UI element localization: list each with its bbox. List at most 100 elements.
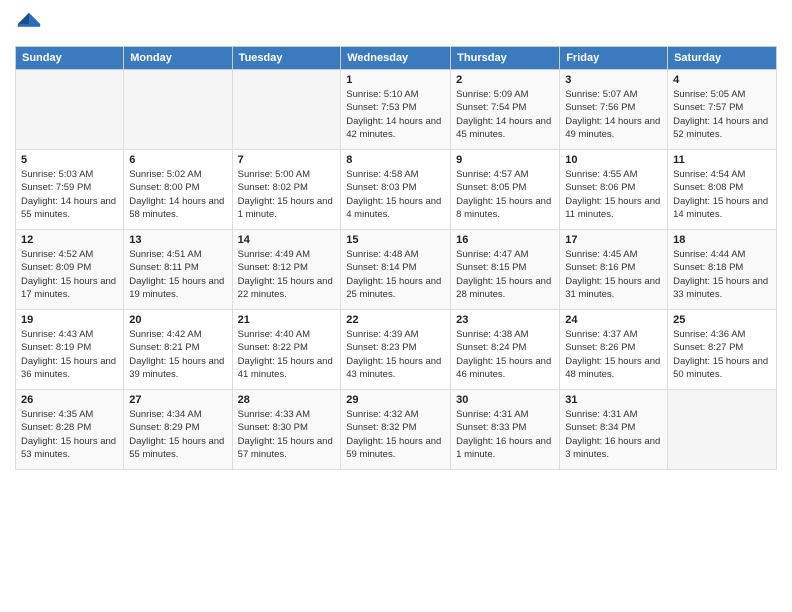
calendar-cell: 24 Sunrise: 4:37 AMSunset: 8:26 PMDayligh…	[560, 310, 668, 390]
day-number: 6	[129, 154, 226, 166]
calendar-header-row: SundayMondayTuesdayWednesdayThursdayFrid…	[16, 47, 777, 70]
calendar-cell: 23 Sunrise: 4:38 AMSunset: 8:24 PMDayligh…	[451, 310, 560, 390]
page: SundayMondayTuesdayWednesdayThursdayFrid…	[0, 0, 792, 612]
day-info: Sunrise: 5:00 AMSunset: 8:02 PMDaylight:…	[238, 168, 336, 221]
calendar-week-4: 19 Sunrise: 4:43 AMSunset: 8:19 PMDayligh…	[16, 310, 777, 390]
day-number: 13	[129, 234, 226, 246]
day-info: Sunrise: 4:31 AMSunset: 8:34 PMDaylight:…	[565, 408, 662, 461]
day-info: Sunrise: 4:31 AMSunset: 8:33 PMDaylight:…	[456, 408, 554, 461]
day-info: Sunrise: 4:39 AMSunset: 8:23 PMDaylight:…	[346, 328, 445, 381]
day-number: 14	[238, 234, 336, 246]
day-number: 29	[346, 394, 445, 406]
day-number: 17	[565, 234, 662, 246]
calendar-cell: 28 Sunrise: 4:33 AMSunset: 8:30 PMDayligh…	[232, 390, 341, 470]
day-info: Sunrise: 4:52 AMSunset: 8:09 PMDaylight:…	[21, 248, 118, 301]
day-info: Sunrise: 4:33 AMSunset: 8:30 PMDaylight:…	[238, 408, 336, 461]
day-number: 7	[238, 154, 336, 166]
day-info: Sunrise: 4:43 AMSunset: 8:19 PMDaylight:…	[21, 328, 118, 381]
calendar-table: SundayMondayTuesdayWednesdayThursdayFrid…	[15, 46, 777, 470]
weekday-header-thursday: Thursday	[451, 47, 560, 70]
day-number: 26	[21, 394, 118, 406]
weekday-header-saturday: Saturday	[668, 47, 777, 70]
day-number: 2	[456, 74, 554, 86]
calendar-cell: 10 Sunrise: 4:55 AMSunset: 8:06 PMDayligh…	[560, 150, 668, 230]
day-info: Sunrise: 4:35 AMSunset: 8:28 PMDaylight:…	[21, 408, 118, 461]
day-info: Sunrise: 4:51 AMSunset: 8:11 PMDaylight:…	[129, 248, 226, 301]
calendar-cell: 15 Sunrise: 4:48 AMSunset: 8:14 PMDayligh…	[341, 230, 451, 310]
calendar-cell: 26 Sunrise: 4:35 AMSunset: 8:28 PMDayligh…	[16, 390, 124, 470]
day-number: 16	[456, 234, 554, 246]
calendar-cell: 17 Sunrise: 4:45 AMSunset: 8:16 PMDayligh…	[560, 230, 668, 310]
day-info: Sunrise: 5:10 AMSunset: 7:53 PMDaylight:…	[346, 88, 445, 141]
day-info: Sunrise: 4:44 AMSunset: 8:18 PMDaylight:…	[673, 248, 771, 301]
calendar-cell: 7 Sunrise: 5:00 AMSunset: 8:02 PMDaylight…	[232, 150, 341, 230]
weekday-header-friday: Friday	[560, 47, 668, 70]
day-info: Sunrise: 4:37 AMSunset: 8:26 PMDaylight:…	[565, 328, 662, 381]
day-number: 31	[565, 394, 662, 406]
calendar-cell: 31 Sunrise: 4:31 AMSunset: 8:34 PMDayligh…	[560, 390, 668, 470]
day-info: Sunrise: 4:48 AMSunset: 8:14 PMDaylight:…	[346, 248, 445, 301]
calendar-cell: 27Sunrise: 4:34 AMSunset: 8:29 PMDayligh…	[124, 390, 232, 470]
day-number: 3	[565, 74, 662, 86]
logo	[15, 10, 47, 38]
day-info: Sunrise: 4:40 AMSunset: 8:22 PMDaylight:…	[238, 328, 336, 381]
day-number: 4	[673, 74, 771, 86]
day-number: 25	[673, 314, 771, 326]
day-info: Sunrise: 4:58 AMSunset: 8:03 PMDaylight:…	[346, 168, 445, 221]
calendar-cell: 20Sunrise: 4:42 AMSunset: 8:21 PMDayligh…	[124, 310, 232, 390]
day-number: 22	[346, 314, 445, 326]
calendar-cell: 1 Sunrise: 5:10 AMSunset: 7:53 PMDaylight…	[341, 70, 451, 150]
header	[15, 10, 777, 38]
day-info: Sunrise: 4:49 AMSunset: 8:12 PMDaylight:…	[238, 248, 336, 301]
day-number: 19	[21, 314, 118, 326]
calendar-cell: 8 Sunrise: 4:58 AMSunset: 8:03 PMDaylight…	[341, 150, 451, 230]
calendar-cell: 22 Sunrise: 4:39 AMSunset: 8:23 PMDayligh…	[341, 310, 451, 390]
weekday-header-monday: Monday	[124, 47, 232, 70]
day-number: 8	[346, 154, 445, 166]
day-number: 24	[565, 314, 662, 326]
day-number: 21	[238, 314, 336, 326]
calendar-week-5: 26 Sunrise: 4:35 AMSunset: 8:28 PMDayligh…	[16, 390, 777, 470]
calendar-cell: 14 Sunrise: 4:49 AMSunset: 8:12 PMDayligh…	[232, 230, 341, 310]
day-info: Sunrise: 4:45 AMSunset: 8:16 PMDaylight:…	[565, 248, 662, 301]
calendar-cell: 25 Sunrise: 4:36 AMSunset: 8:27 PMDayligh…	[668, 310, 777, 390]
calendar-cell: 6 Sunrise: 5:02 AMSunset: 8:00 PMDaylight…	[124, 150, 232, 230]
calendar-cell: 12 Sunrise: 4:52 AMSunset: 8:09 PMDayligh…	[16, 230, 124, 310]
day-number: 5	[21, 154, 118, 166]
calendar-week-3: 12 Sunrise: 4:52 AMSunset: 8:09 PMDayligh…	[16, 230, 777, 310]
day-info: Sunrise: 5:09 AMSunset: 7:54 PMDaylight:…	[456, 88, 554, 141]
day-info: Sunrise: 4:42 AMSunset: 8:21 PMDaylight:…	[129, 328, 226, 381]
day-info: Sunrise: 5:05 AMSunset: 7:57 PMDaylight:…	[673, 88, 771, 141]
day-info: Sunrise: 4:57 AMSunset: 8:05 PMDaylight:…	[456, 168, 554, 221]
calendar-week-2: 5 Sunrise: 5:03 AMSunset: 7:59 PMDaylight…	[16, 150, 777, 230]
day-info: Sunrise: 4:34 AMSunset: 8:29 PMDaylight:…	[129, 408, 226, 461]
day-number: 9	[456, 154, 554, 166]
calendar-cell	[232, 70, 341, 150]
logo-icon	[15, 10, 43, 38]
calendar-cell: 4 Sunrise: 5:05 AMSunset: 7:57 PMDaylight…	[668, 70, 777, 150]
calendar-cell: 9 Sunrise: 4:57 AMSunset: 8:05 PMDaylight…	[451, 150, 560, 230]
day-info: Sunrise: 4:32 AMSunset: 8:32 PMDaylight:…	[346, 408, 445, 461]
day-number: 23	[456, 314, 554, 326]
calendar-cell: 5 Sunrise: 5:03 AMSunset: 7:59 PMDaylight…	[16, 150, 124, 230]
day-info: Sunrise: 4:54 AMSunset: 8:08 PMDaylight:…	[673, 168, 771, 221]
day-number: 12	[21, 234, 118, 246]
calendar-cell: 13 Sunrise: 4:51 AMSunset: 8:11 PMDayligh…	[124, 230, 232, 310]
day-number: 18	[673, 234, 771, 246]
day-info: Sunrise: 4:36 AMSunset: 8:27 PMDaylight:…	[673, 328, 771, 381]
day-info: Sunrise: 4:38 AMSunset: 8:24 PMDaylight:…	[456, 328, 554, 381]
day-number: 10	[565, 154, 662, 166]
calendar-cell: 29 Sunrise: 4:32 AMSunset: 8:32 PMDayligh…	[341, 390, 451, 470]
day-info: Sunrise: 5:02 AMSunset: 8:00 PMDaylight:…	[129, 168, 226, 221]
day-number: 28	[238, 394, 336, 406]
day-number: 15	[346, 234, 445, 246]
weekday-header-wednesday: Wednesday	[341, 47, 451, 70]
day-info: Sunrise: 5:03 AMSunset: 7:59 PMDaylight:…	[21, 168, 118, 221]
day-number: 1	[346, 74, 445, 86]
weekday-header-sunday: Sunday	[16, 47, 124, 70]
calendar-cell	[124, 70, 232, 150]
day-info: Sunrise: 4:55 AMSunset: 8:06 PMDaylight:…	[565, 168, 662, 221]
calendar-cell: 16Sunrise: 4:47 AMSunset: 8:15 PMDayligh…	[451, 230, 560, 310]
calendar-cell	[16, 70, 124, 150]
day-number: 30	[456, 394, 554, 406]
